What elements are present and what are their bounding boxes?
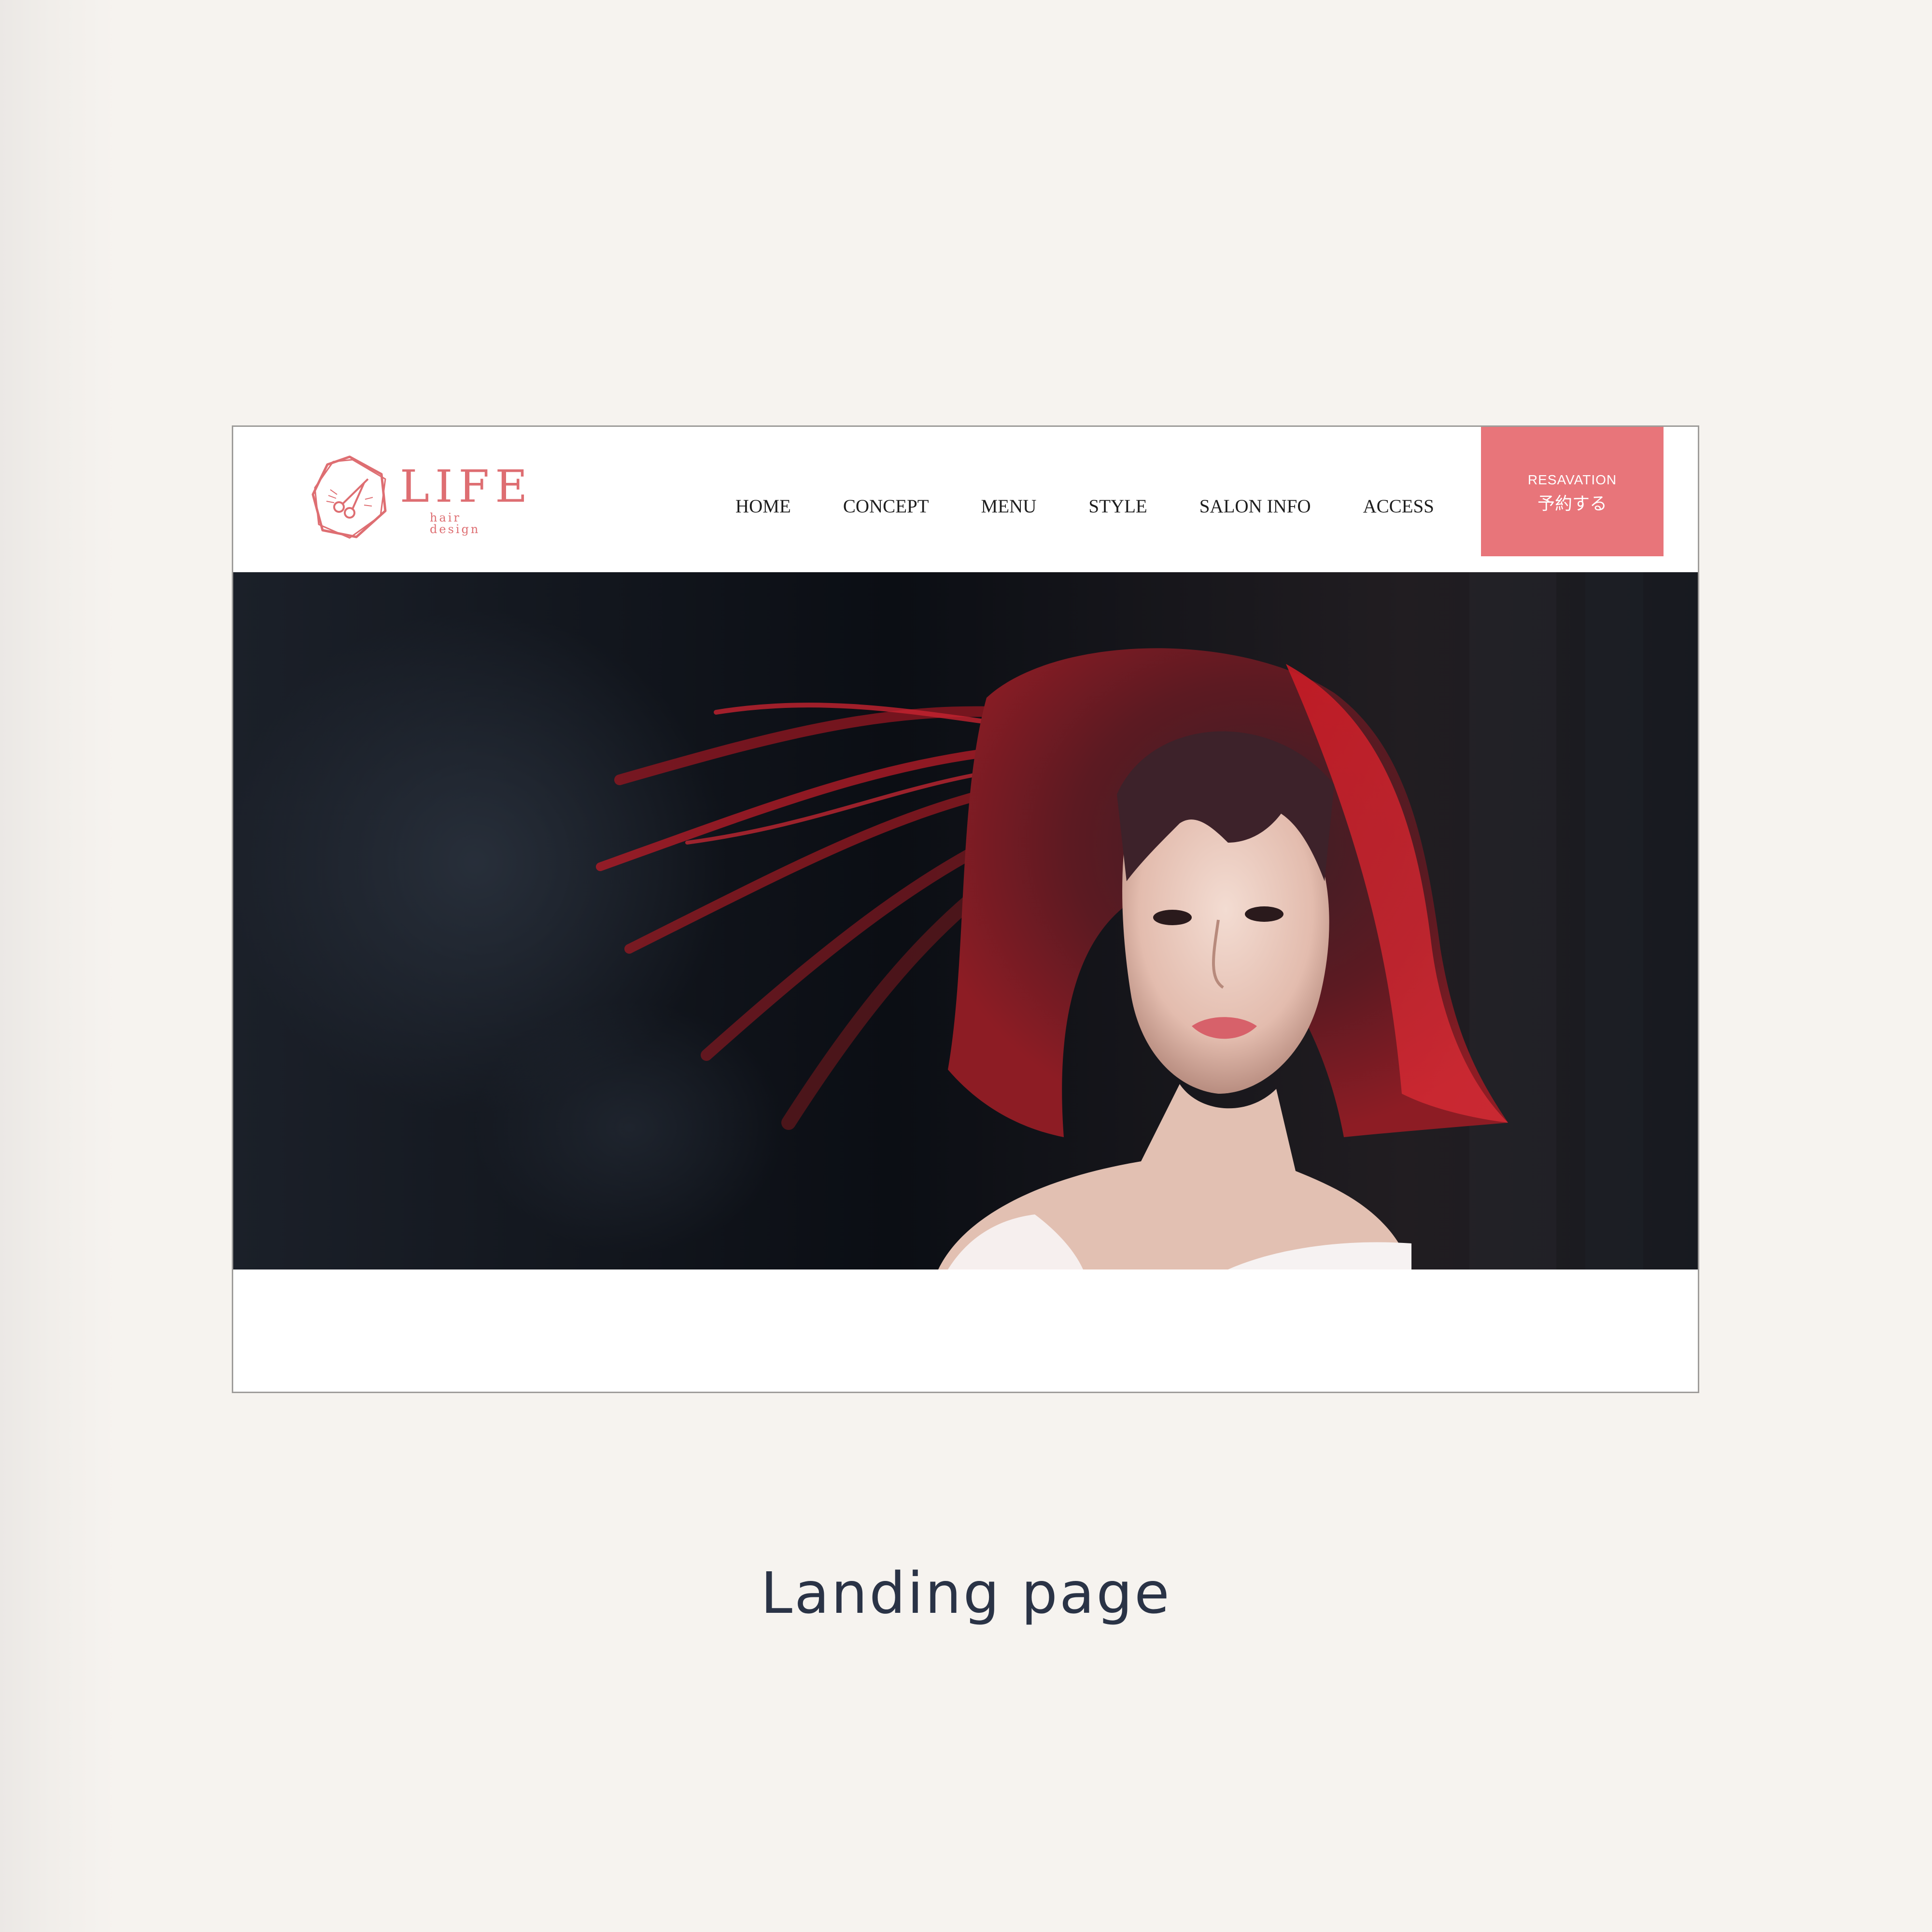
nav-item-style[interactable]: STYLE (1088, 495, 1147, 517)
reservation-label-en: RESAVATION (1527, 472, 1617, 487)
left-edge-shadow (0, 0, 116, 1932)
main-nav: HOME CONCEPT MENU STYLE SALON INFO ACCES… (735, 492, 1434, 521)
nav-item-home[interactable]: HOME (735, 495, 791, 517)
page-caption: Landing page (761, 1560, 1171, 1626)
logo[interactable]: LIFE hair design (308, 454, 527, 546)
logo-tagline: hair design (430, 511, 480, 536)
nav-item-concept[interactable]: CONCEPT (843, 495, 929, 517)
nav-item-salon-info[interactable]: SALON INFO (1199, 495, 1311, 517)
scissors-hexagon-logo-icon (311, 455, 387, 539)
hero-portrait-image (233, 572, 1698, 1269)
reservation-label-ja: 予約する (1537, 494, 1607, 514)
website-mockup: LIFE hair design HOME CONCEPT MENU STYLE… (232, 425, 1699, 1393)
site-header: LIFE hair design HOME CONCEPT MENU STYLE… (233, 427, 1698, 572)
logo-wordmark: LIFE (400, 461, 534, 512)
nav-item-access[interactable]: ACCESS (1363, 495, 1434, 517)
nav-item-menu[interactable]: MENU (981, 495, 1037, 517)
hero-image (233, 572, 1698, 1269)
reservation-button[interactable]: RESAVATION 予約する (1481, 427, 1664, 556)
